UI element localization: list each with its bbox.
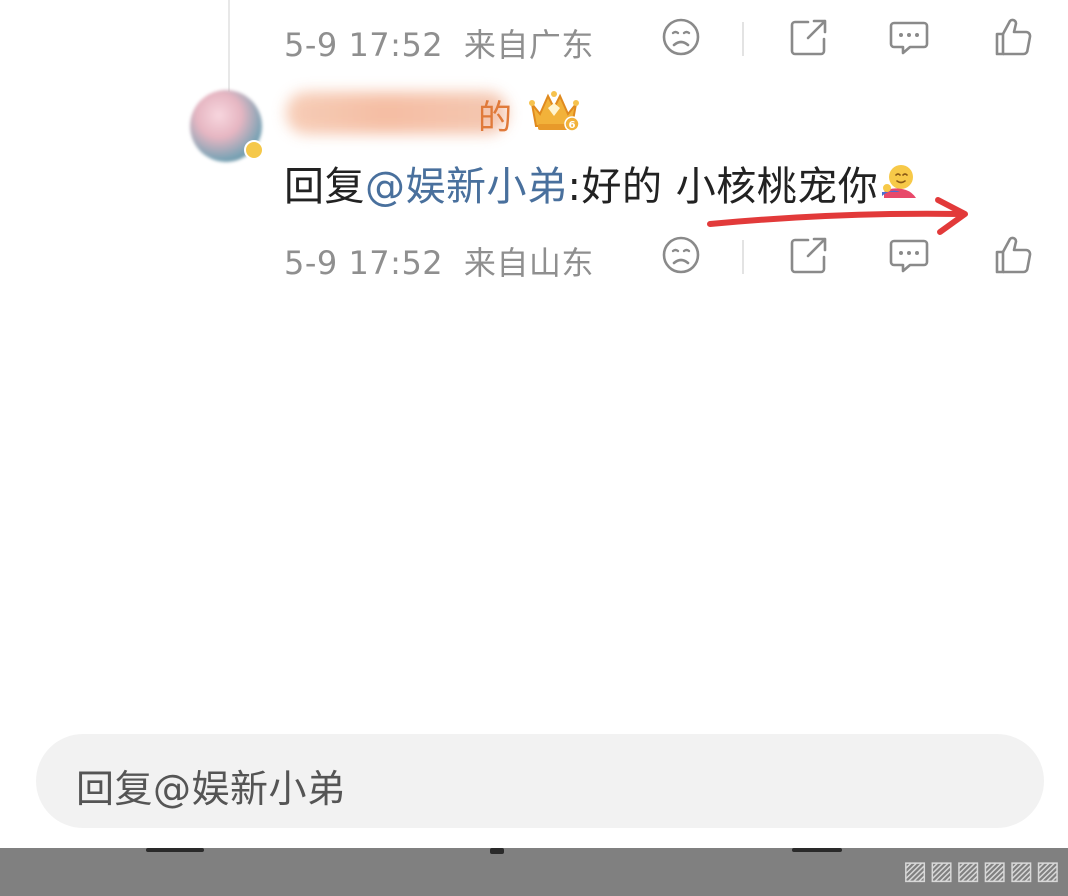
svg-text:6: 6 [569, 120, 576, 131]
reply-timestamp: 5-9 17:52 来自山东 [284, 238, 594, 284]
comment-button[interactable] [886, 232, 932, 278]
bar-edge-mark [146, 848, 204, 852]
dislike-face-icon [662, 18, 700, 56]
share-button[interactable] [786, 14, 832, 60]
verified-badge-icon [244, 140, 264, 160]
reply-location: 来自山东 [463, 244, 594, 282]
reply-comment-meta: 5-9 17:52 来自山东 [284, 232, 1044, 282]
username-redacted [286, 92, 508, 134]
avatar[interactable] [190, 90, 264, 162]
reply-input-placeholder: 回复@娱新小弟 [76, 767, 346, 811]
dislike-face-icon [662, 236, 700, 274]
share-icon [790, 237, 827, 274]
dislike-button[interactable] [658, 14, 704, 60]
dislike-button[interactable] [658, 232, 704, 278]
reply-comment-actions [658, 232, 1038, 282]
share-button[interactable] [786, 232, 832, 278]
like-button[interactable] [990, 232, 1036, 278]
reply-input[interactable]: 回复@娱新小弟 [36, 734, 1044, 828]
previous-comment-actions [658, 14, 1038, 64]
thread-connector-line [228, 0, 230, 92]
share-icon [790, 19, 827, 56]
previous-comment-time: 5-9 17:52 [284, 26, 444, 64]
crown-level-badge-icon: 6 [529, 91, 580, 132]
previous-comment-location: 来自广东 [463, 26, 594, 64]
comment-button[interactable] [886, 14, 932, 60]
like-button[interactable] [990, 14, 1036, 60]
action-divider [742, 240, 744, 274]
mention-link[interactable]: @娱新小弟 [365, 164, 568, 210]
comment-icon [889, 21, 929, 55]
bar-edge-mark [490, 848, 504, 854]
previous-comment-timestamp: 5-9 17:52 来自广东 [284, 20, 594, 66]
reply-prefix: 回复 [284, 164, 365, 210]
reply-time: 5-9 17:52 [284, 244, 444, 282]
like-thumb-icon [995, 236, 1032, 274]
username-visible-part[interactable]: 的 [478, 90, 512, 139]
previous-comment-meta: 5-9 17:52 来自广东 [284, 14, 1044, 64]
watermark-logo: ▨▨▨▨▨▨ [902, 856, 1062, 886]
comment-thread-page: 5-9 17:52 来自广东 的 6 回复@娱新小弟:好的 小核桃宠你 5-9 … [0, 0, 1068, 896]
action-divider [742, 22, 744, 56]
comment-icon [889, 239, 929, 273]
like-thumb-icon [995, 18, 1032, 56]
bottom-overlay-bar: ▨▨▨▨▨▨ [0, 848, 1068, 896]
bar-edge-mark [792, 848, 842, 852]
